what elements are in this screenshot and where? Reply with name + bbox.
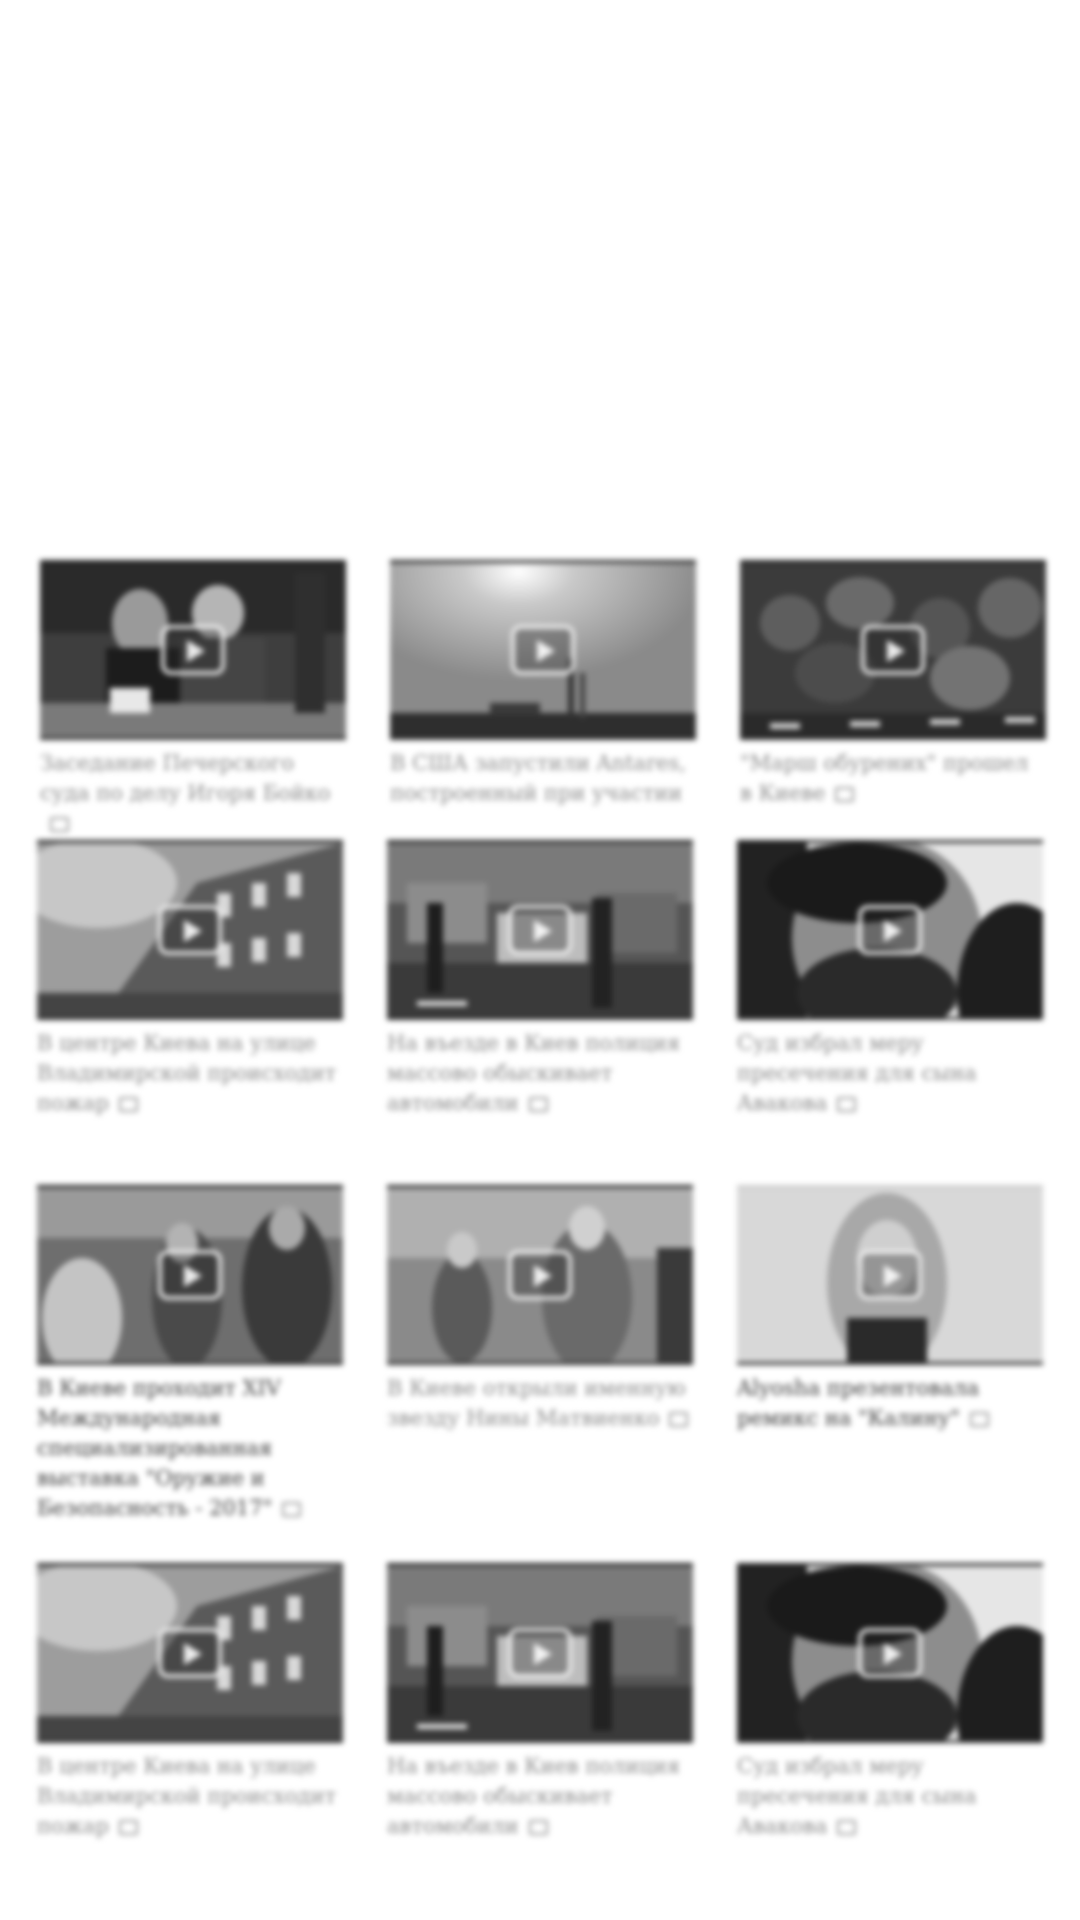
video-title[interactable]: На въезде в Киев полиция массово обыскив…: [387, 1751, 693, 1841]
camera-icon: [118, 1820, 138, 1835]
video-title[interactable]: Alyosha презентовала ремикс на "Калину": [737, 1373, 1043, 1433]
video-title[interactable]: На въезде в Киев полиция массово обыскив…: [387, 1028, 693, 1118]
video-card[interactable]: "Марш обурених" прошел в Киеве: [740, 560, 1046, 808]
camera-icon: [669, 1412, 689, 1427]
play-icon[interactable]: [158, 1628, 222, 1678]
play-icon[interactable]: [858, 1628, 922, 1678]
video-thumbnail[interactable]: [737, 1563, 1043, 1743]
video-thumbnail[interactable]: [737, 840, 1043, 1020]
video-card[interactable]: В Киеве проходит XIV Международная специ…: [37, 1185, 343, 1523]
play-icon[interactable]: [158, 905, 222, 955]
play-icon[interactable]: [161, 625, 225, 675]
video-thumbnail[interactable]: [387, 840, 693, 1020]
video-card[interactable]: В Киеве открыли именную звезду Нины Матв…: [387, 1185, 693, 1433]
video-thumbnail[interactable]: [40, 560, 346, 740]
play-icon[interactable]: [508, 1250, 572, 1300]
video-thumbnail[interactable]: [737, 1185, 1043, 1365]
camera-icon: [282, 1502, 302, 1517]
video-thumbnail[interactable]: [387, 1185, 693, 1365]
video-title[interactable]: "Марш обурених" прошел в Киеве: [740, 748, 1046, 808]
video-title[interactable]: В США запустили Antares, построенный при…: [390, 748, 696, 808]
video-title[interactable]: В центре Киева на улице Владимирской про…: [37, 1751, 343, 1841]
video-thumbnail[interactable]: [390, 560, 696, 740]
video-card[interactable]: Заседание Печерского суда по делу Игоря …: [40, 560, 346, 838]
camera-icon: [835, 787, 855, 802]
camera-icon: [528, 1097, 548, 1112]
video-thumbnail[interactable]: [37, 1563, 343, 1743]
camera-icon: [837, 1097, 857, 1112]
play-icon[interactable]: [858, 1250, 922, 1300]
video-card[interactable]: В центре Киева на улице Владимирской про…: [37, 1563, 343, 1841]
play-icon[interactable]: [861, 625, 925, 675]
video-card[interactable]: Суд избрал меру пресечения для сына Авак…: [737, 1563, 1043, 1841]
video-card[interactable]: В США запустили Antares, построенный при…: [390, 560, 696, 808]
camera-icon: [969, 1412, 989, 1427]
video-thumbnail[interactable]: [37, 1185, 343, 1365]
video-thumbnail[interactable]: [387, 1563, 693, 1743]
video-title[interactable]: Суд избрал меру пресечения для сына Авак…: [737, 1028, 1043, 1118]
video-title[interactable]: Суд избрал меру пресечения для сына Авак…: [737, 1751, 1043, 1841]
video-title[interactable]: В центре Киева на улице Владимирской про…: [37, 1028, 343, 1118]
camera-icon: [837, 1820, 857, 1835]
video-card[interactable]: В центре Киева на улице Владимирской про…: [37, 840, 343, 1118]
video-thumbnail[interactable]: [37, 840, 343, 1020]
play-icon[interactable]: [511, 625, 575, 675]
play-icon[interactable]: [158, 1250, 222, 1300]
video-card[interactable]: На въезде в Киев полиция массово обыскив…: [387, 1563, 693, 1841]
video-thumbnail[interactable]: [740, 560, 1046, 740]
camera-icon: [528, 1820, 548, 1835]
video-card[interactable]: Alyosha презентовала ремикс на "Калину": [737, 1185, 1043, 1433]
video-title[interactable]: В Киеве проходит XIV Международная специ…: [37, 1373, 343, 1523]
video-title[interactable]: В Киеве открыли именную звезду Нины Матв…: [387, 1373, 693, 1433]
video-title[interactable]: Заседание Печерского суда по делу Игоря …: [40, 748, 346, 838]
play-icon[interactable]: [508, 905, 572, 955]
camera-icon: [50, 817, 69, 832]
video-card[interactable]: Суд избрал меру пресечения для сына Авак…: [737, 840, 1043, 1118]
play-icon[interactable]: [508, 1628, 572, 1678]
video-card[interactable]: На въезде в Киев полиция массово обыскив…: [387, 840, 693, 1118]
video-grid: Заседание Печерского суда по делу Игоря …: [0, 0, 1080, 1920]
camera-icon: [118, 1097, 138, 1112]
play-icon[interactable]: [858, 905, 922, 955]
